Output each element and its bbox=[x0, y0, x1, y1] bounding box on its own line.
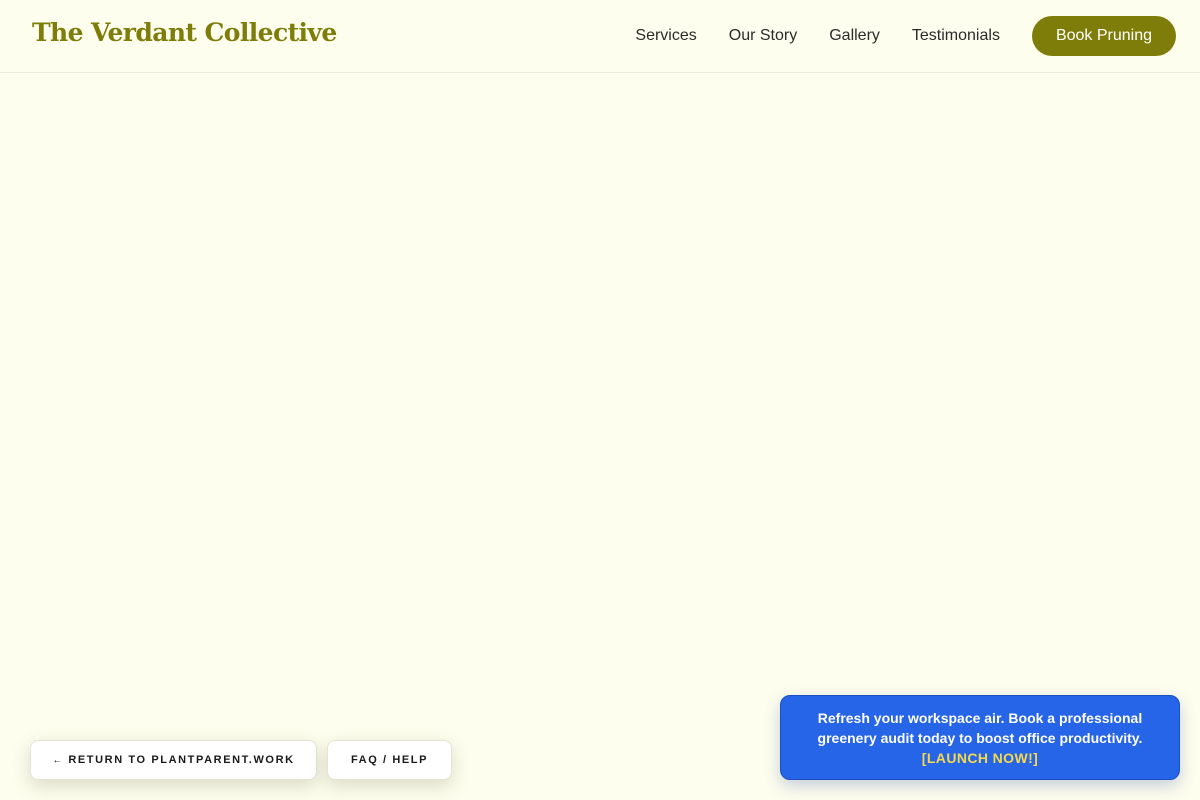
return-label: RETURN TO PLANTPARENT.WORK bbox=[68, 754, 295, 766]
book-pruning-button[interactable]: Book Pruning bbox=[1031, 16, 1176, 56]
nav-link-services[interactable]: Services bbox=[635, 27, 696, 45]
promo-banner[interactable]: Refresh your workspace air. Book a profe… bbox=[780, 695, 1180, 780]
nav-link-gallery[interactable]: Gallery bbox=[829, 27, 880, 45]
faq-help-button[interactable]: FAQ / HELP bbox=[327, 740, 452, 780]
return-to-plantparent-button[interactable]: ← RETURN TO PLANTPARENT.WORK bbox=[30, 740, 317, 780]
main-nav: Services Our Story Gallery Testimonials … bbox=[635, 0, 1176, 72]
site-header: The Verdant Collective Services Our Stor… bbox=[0, 0, 1200, 73]
brand-logo[interactable]: The Verdant Collective bbox=[32, 18, 337, 47]
nav-link-our-story[interactable]: Our Story bbox=[729, 27, 797, 45]
arrow-left-icon: ← bbox=[52, 754, 63, 766]
main-content bbox=[0, 73, 1200, 800]
launch-now-link[interactable]: [LAUNCH NOW!] bbox=[805, 748, 1155, 768]
promo-text: Refresh your workspace air. Book a profe… bbox=[817, 710, 1143, 746]
nav-link-testimonials[interactable]: Testimonials bbox=[912, 27, 1000, 45]
